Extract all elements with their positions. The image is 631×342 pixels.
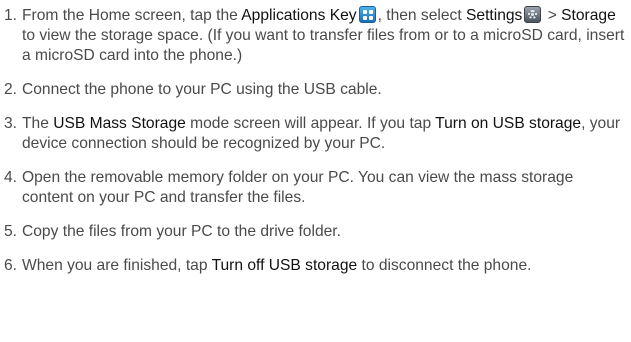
emphasized-term: Turn off USB storage — [211, 257, 358, 274]
step-text-fragment: to view the storage space. (If you want … — [22, 27, 625, 64]
step-text-fragment: Open the removable memory folder on your… — [22, 169, 574, 206]
instructions-page: 1. From the Home screen, tap the Applicat… — [0, 0, 631, 342]
step-text-fragment: When you are finished, tap — [22, 257, 212, 274]
step-number: 3. — [4, 115, 18, 132]
step-text: Connect the phone to your PC using the U… — [22, 80, 627, 100]
applications-key-icon — [358, 6, 376, 23]
step-text-fragment: The — [22, 115, 54, 132]
step-item: 6. When you are finished, tap Turn off US… — [4, 256, 627, 276]
step-text: The USB Mass Storage mode screen will ap… — [22, 114, 627, 154]
step-text: Copy the files from your PC to the drive… — [22, 222, 627, 242]
step-number: 4. — [4, 169, 18, 186]
step-text-fragment: From the Home screen, tap the — [22, 7, 242, 24]
step-text-fragment: , then select — [377, 7, 466, 24]
step-number: 2. — [4, 81, 18, 98]
step-number: 5. — [4, 223, 18, 240]
step-text: Open the removable memory folder on your… — [22, 168, 627, 208]
step-item: 3. The USB Mass Storage mode screen will … — [4, 114, 627, 154]
step-item: 5. Copy the files from your PC to the dri… — [4, 222, 627, 242]
steps-list: 1. From the Home screen, tap the Applicat… — [4, 6, 627, 276]
step-item: 2. Connect the phone to your PC using the… — [4, 80, 627, 100]
step-item: 4. Open the removable memory folder on yo… — [4, 168, 627, 208]
emphasized-term: Settings — [466, 7, 523, 24]
emphasized-term: Storage — [561, 7, 616, 24]
emphasized-term: Turn on USB storage — [435, 115, 582, 132]
emphasized-term: USB Mass Storage — [53, 115, 186, 132]
step-text: When you are finished, tap Turn off USB … — [22, 256, 627, 276]
step-text-fragment: > — [543, 7, 562, 24]
step-text: From the Home screen, tap the Applicatio… — [22, 6, 627, 66]
step-text-fragment: mode screen will appear. If you tap — [185, 115, 436, 132]
settings-icon — [524, 6, 542, 23]
step-number: 1. — [4, 7, 18, 24]
step-text-fragment: Copy the files from your PC to the drive… — [22, 223, 341, 240]
step-number: 6. — [4, 257, 18, 274]
step-text-fragment: to disconnect the phone. — [357, 257, 532, 274]
step-text-fragment: Connect the phone to your PC using the U… — [22, 81, 382, 98]
emphasized-term: Applications Key — [241, 7, 357, 24]
step-item: 1. From the Home screen, tap the Applicat… — [4, 6, 627, 66]
